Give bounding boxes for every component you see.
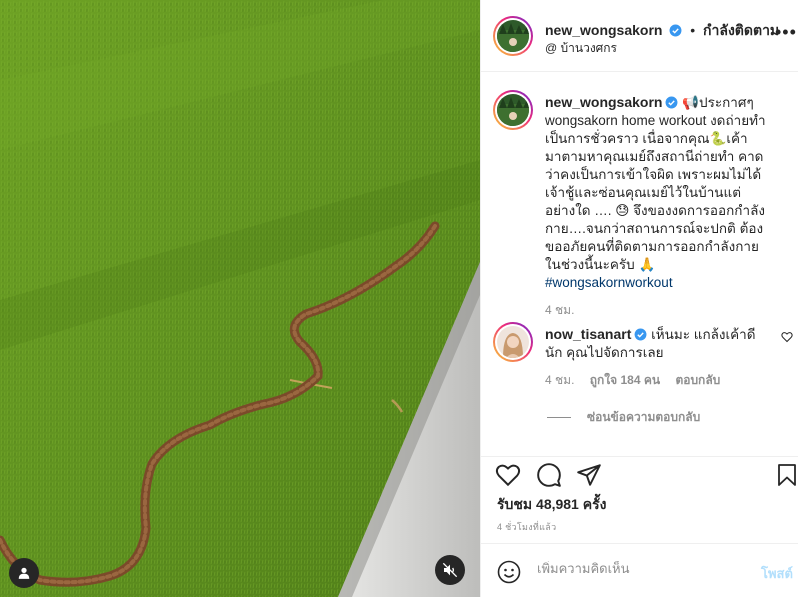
share-button[interactable] (576, 462, 602, 491)
location-label[interactable]: บ้านวงศกร (561, 41, 617, 55)
commenter-avatar[interactable] (493, 322, 533, 362)
comments-section: new_wongsakorn 📢ประกาศๆ wongsakorn home … (481, 72, 798, 456)
heart-icon (781, 332, 793, 343)
caption-time[interactable]: 4 ชม. (545, 303, 574, 317)
author-avatar[interactable] (493, 16, 533, 56)
verified-icon (666, 96, 678, 109)
comment-icon (537, 463, 561, 487)
commenter-username[interactable]: now_tisanart (545, 326, 631, 342)
following-button[interactable]: กำลังติดตาม (703, 22, 779, 38)
view-count[interactable]: รับชม 48,981 ครั้ง (497, 494, 606, 516)
hide-replies-label[interactable]: ซ่อนข้อความตอบกลับ (587, 410, 700, 424)
post-panel: new_wongsakorn • กำลังติดตาม @ บ้านวงศกร… (480, 0, 798, 597)
caption-avatar[interactable] (493, 90, 533, 130)
comment-time[interactable]: 4 ชม. (545, 373, 574, 387)
emoji-icon (497, 560, 521, 584)
caption-username[interactable]: new_wongsakorn (545, 94, 662, 110)
post-media[interactable] (0, 0, 480, 597)
like-button[interactable] (495, 462, 521, 491)
more-icon: ••• (775, 22, 797, 42)
hashtag-link[interactable]: #wongsakornworkout (545, 275, 673, 290)
mute-icon (442, 562, 458, 578)
comment-composer: โพสต์ (481, 543, 798, 597)
save-button[interactable] (775, 462, 798, 491)
verified-icon (634, 328, 647, 341)
heart-icon (495, 464, 521, 487)
caption-text: 📢ประกาศๆ wongsakorn home workout งดถ่ายท… (545, 95, 766, 272)
comment-likes[interactable]: ถูกใจ 184 คน (590, 373, 660, 387)
separator-dot: • (690, 22, 696, 38)
post-header: new_wongsakorn • กำลังติดตาม @ บ้านวงศกร… (481, 0, 798, 72)
verified-icon (669, 24, 682, 37)
comment-input[interactable] (537, 561, 747, 576)
bookmark-icon (778, 464, 796, 486)
mute-button[interactable] (435, 555, 465, 585)
share-icon (577, 464, 601, 486)
video-frame (0, 0, 480, 597)
comment-button[interactable] (536, 462, 562, 491)
author-username[interactable]: new_wongsakorn (545, 22, 662, 38)
user-tag-button[interactable] (9, 558, 39, 588)
post-comment-button[interactable]: โพสต์ (761, 563, 793, 584)
user-tag-icon (18, 567, 30, 579)
location-link[interactable]: @ บ้านวงศกร (545, 39, 617, 58)
more-options-button[interactable]: ••• (775, 22, 797, 43)
post-timestamp[interactable]: 4 ชั่วโมงที่แล้ว (497, 520, 556, 534)
emoji-button[interactable] (497, 560, 521, 587)
like-comment-button[interactable] (781, 330, 793, 346)
hide-replies-button[interactable]: ซ่อนข้อความตอบกลับ (547, 408, 700, 427)
reply-button[interactable]: ตอบกลับ (675, 373, 720, 387)
